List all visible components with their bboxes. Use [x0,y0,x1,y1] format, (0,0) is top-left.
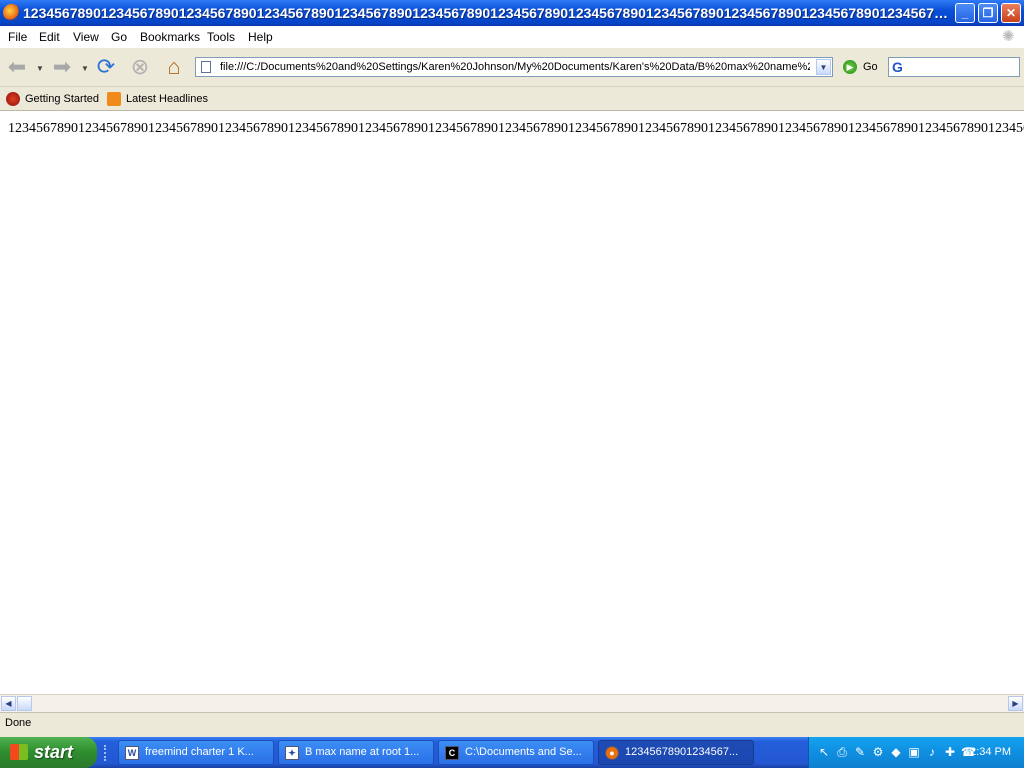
command-prompt-icon: C [445,746,459,760]
search-box[interactable]: G [888,57,1020,77]
url-input[interactable] [220,59,810,75]
task-freemind[interactable]: W freemind charter 1 K... [118,740,274,765]
go-button[interactable]: ▶ Go [843,59,878,75]
bookmark-getting-started[interactable]: Getting Started [6,91,99,107]
quick-launch-grip[interactable] [104,745,114,761]
window-title: 1234567890123456789012345678901234567890… [23,5,948,21]
url-history-dropdown[interactable]: ▼ [816,59,831,75]
throbber-icon: ✺ [1002,28,1015,45]
shield-icon[interactable]: ✚ [943,745,957,759]
butterfly-icon: ✦ [285,746,299,760]
windows-logo-icon [10,744,28,760]
status-bar: Done [0,712,1024,735]
task-firefox[interactable]: ● 12345678901234567... [598,740,754,765]
task-label: C:\Documents and Se... [465,746,582,758]
task-label: 12345678901234567... [625,746,739,758]
menu-bar: File Edit View Go Bookmarks Tools Help ✺ [0,26,1024,48]
bookmark-label: Getting Started [25,93,99,105]
bookmarks-toolbar: Getting Started Latest Headlines [0,87,1024,111]
printer-icon[interactable]: ⎙ [835,745,849,759]
taskbar: start W freemind charter 1 K... ✦ B max … [0,737,1024,768]
gear-icon[interactable]: ⚙ [871,745,885,759]
menu-view[interactable]: View [73,30,99,44]
task-command-prompt[interactable]: C C:\Documents and Se... [438,740,594,765]
go-label: Go [863,61,878,73]
firefox-bookmark-icon [6,92,20,107]
firefox-icon[interactable] [3,4,20,21]
network-icon[interactable]: ▣ [907,745,921,759]
google-search-icon[interactable]: G [892,60,908,74]
reload-icon[interactable]: ⟳ [93,54,119,80]
page-content: 1234567890123456789012345678901234567890… [0,111,1024,694]
task-label: freemind charter 1 K... [145,746,254,758]
menu-bookmarks[interactable]: Bookmarks [140,30,200,44]
title-bar: 1234567890123456789012345678901234567890… [0,0,1024,26]
forward-arrow-icon[interactable]: ➡ [49,54,75,80]
back-arrow-icon[interactable]: ⬅ [4,54,30,80]
menu-go[interactable]: Go [111,30,127,44]
word-document-icon: W [125,746,139,760]
bookmark-latest-headlines[interactable]: Latest Headlines [107,91,208,107]
volume-icon[interactable]: ♪ [925,745,939,759]
firefox-icon: ● [605,746,619,760]
system-tray: ↖ ⎙ ✎ ⚙ ◆ ▣ ♪ ✚ ☎ 12:34 PM [808,737,1024,768]
task-label: B max name at root 1... [305,746,420,758]
scroll-left-button[interactable]: ◀ [1,696,16,711]
restore-button[interactable]: ❐ [978,3,998,23]
task-bmax[interactable]: ✦ B max name at root 1... [278,740,434,765]
page-text: 1234567890123456789012345678901234567890… [8,121,1024,136]
cursor-tool-icon[interactable]: ↖ [817,745,831,759]
scroll-thumb[interactable] [17,696,32,711]
horizontal-scrollbar[interactable]: ◀ ▶ [0,694,1024,712]
minimize-button[interactable]: _ [955,3,975,23]
security-icon[interactable]: ◆ [889,745,903,759]
bookmark-label: Latest Headlines [126,93,208,105]
page-icon [201,61,211,73]
status-text: Done [5,717,32,729]
menu-edit[interactable]: Edit [39,30,60,44]
start-label: start [34,742,74,762]
url-bar[interactable]: ▼ [195,57,833,77]
forward-history-dropdown[interactable]: ▼ [81,64,89,73]
search-input[interactable] [913,59,1013,75]
menu-tools[interactable]: Tools [207,30,235,44]
menu-file[interactable]: File [8,30,27,44]
rss-feed-icon [107,92,121,107]
scroll-right-button[interactable]: ▶ [1008,696,1023,711]
home-icon[interactable]: ⌂ [161,54,187,80]
pen-icon[interactable]: ✎ [853,745,867,759]
go-arrow-icon: ▶ [843,60,857,75]
stop-icon[interactable]: ⊗ [127,54,153,80]
clock: 12:34 PM [963,746,1011,758]
menu-help[interactable]: Help [248,30,273,44]
start-button[interactable]: start [0,737,97,768]
close-button[interactable]: ✕ [1001,3,1021,23]
back-history-dropdown[interactable]: ▼ [36,64,44,73]
